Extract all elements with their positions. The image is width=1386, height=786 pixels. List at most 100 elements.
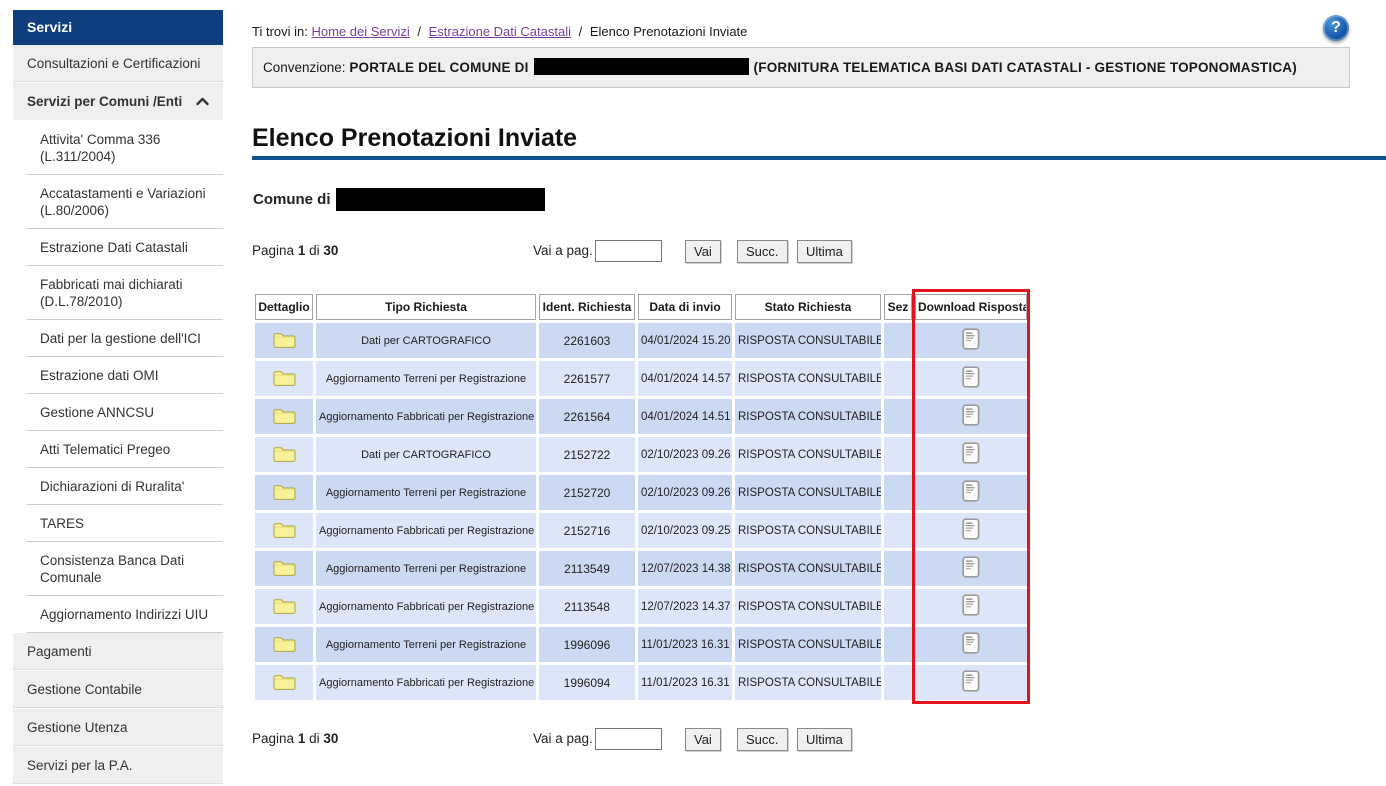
convention-label: Convenzione:: [263, 60, 346, 75]
folder-icon[interactable]: [272, 406, 297, 425]
sidebar-item-gestione-anncsu[interactable]: Gestione ANNCSU: [13, 394, 223, 431]
col-header-stato-richiesta: Stato Richiesta: [735, 294, 881, 320]
detail-cell: [255, 589, 313, 624]
download-risposta-cell: [915, 589, 1027, 624]
tipo-richiesta-cell: Aggiornamento Terreni per Registrazione: [316, 551, 536, 586]
sidebar-item-label: Estrazione dati OMI: [40, 368, 159, 383]
sidebar-item-fabbricati-mai-dichiarati-d-l-78-2010[interactable]: Fabbricati mai dichiarati (D.L.78/2010): [13, 266, 223, 320]
breadcrumb-link-estrazione-dati-catastali[interactable]: Estrazione Dati Catastali: [429, 24, 571, 39]
succ-button[interactable]: Succ.: [737, 728, 788, 751]
document-icon[interactable]: [962, 366, 980, 388]
folder-icon[interactable]: [272, 634, 297, 653]
sidebar-item-estrazione-dati-catastali[interactable]: Estrazione Dati Catastali: [13, 229, 223, 266]
document-icon[interactable]: [962, 404, 980, 426]
sidebar-item-servizi-per-comuni-enti[interactable]: Servizi per Comuni /Enti: [13, 83, 223, 121]
sidebar-item-gestione-utenza[interactable]: Gestione Utenza: [13, 709, 223, 747]
breadcrumb-link-home-dei-servizi[interactable]: Home dei Servizi: [311, 24, 409, 39]
sidebar-item-pagamenti[interactable]: Pagamenti: [13, 633, 223, 671]
sez-cell: [884, 399, 912, 434]
sidebar-item-estrazione-dati-omi[interactable]: Estrazione dati OMI: [13, 357, 223, 394]
sidebar-item-tares[interactable]: TARES: [13, 505, 223, 542]
sidebar-item-dichiarazioni-di-ruralita[interactable]: Dichiarazioni di Ruralita': [13, 468, 223, 505]
sidebar-item-label: Pagamenti: [27, 644, 92, 659]
folder-icon[interactable]: [272, 558, 297, 577]
document-icon[interactable]: [962, 594, 980, 616]
breadcrumb-separator: /: [579, 24, 583, 39]
folder-icon[interactable]: [272, 444, 297, 463]
tipo-richiesta-cell: Aggiornamento Fabbricati per Registrazio…: [316, 589, 536, 624]
sidebar-item-consultazioni-e-certificazioni[interactable]: Consultazioni e Certificazioni: [13, 45, 223, 83]
document-icon[interactable]: [962, 328, 980, 350]
convention-org-suffix: (FORNITURA TELEMATICA BASI DATI CATASTAL…: [754, 60, 1297, 75]
help-icon[interactable]: ?: [1323, 15, 1349, 41]
page-word: Pagina: [252, 243, 294, 258]
page-word: Pagina: [252, 731, 294, 746]
sidebar-item-label: Aggiornamento Indirizzi UIU: [40, 607, 208, 622]
detail-cell: [255, 551, 313, 586]
stato-richiesta-cell: RISPOSTA CONSULTABILE: [735, 437, 881, 472]
folder-icon[interactable]: [272, 330, 297, 349]
ident-richiesta-cell: 2113549: [539, 551, 635, 586]
page-title: Elenco Prenotazioni Inviate: [252, 124, 577, 153]
table-row: Aggiornamento Terreni per Registrazione1…: [255, 627, 1027, 662]
sidebar-item-attivita-comma-336-l-311-2004[interactable]: Attivita' Comma 336 (L.311/2004): [13, 121, 223, 175]
ident-richiesta-cell: 2261564: [539, 399, 635, 434]
ident-richiesta-cell: 2152716: [539, 513, 635, 548]
vai-button[interactable]: Vai: [685, 728, 721, 751]
col-header-ident-richiesta: Ident. Richiesta: [539, 294, 635, 320]
table-row: Aggiornamento Fabbricati per Registrazio…: [255, 399, 1027, 434]
sez-cell: [884, 513, 912, 548]
tipo-richiesta-cell: Aggiornamento Fabbricati per Registrazio…: [316, 513, 536, 548]
detail-cell: [255, 513, 313, 548]
detail-cell: [255, 437, 313, 472]
stato-richiesta-cell: RISPOSTA CONSULTABILE: [735, 475, 881, 510]
sidebar-item-label: Gestione Utenza: [27, 720, 128, 735]
vai-button[interactable]: Vai: [685, 240, 721, 263]
sidebar-header: Servizi: [13, 10, 223, 45]
ultima-button[interactable]: Ultima: [797, 240, 852, 263]
of-word: di: [309, 243, 320, 258]
sidebar-item-dati-per-la-gestione-dell-ici[interactable]: Dati per la gestione dell'ICI: [13, 320, 223, 357]
document-icon[interactable]: [962, 480, 980, 502]
page-info: Pagina 1 di 30: [252, 243, 338, 258]
of-word: di: [309, 731, 320, 746]
ident-richiesta-cell: 2152720: [539, 475, 635, 510]
sidebar-item-label: Gestione Contabile: [27, 682, 142, 697]
folder-icon[interactable]: [272, 368, 297, 387]
redacted-text: [336, 188, 545, 211]
folder-icon[interactable]: [272, 596, 297, 615]
document-icon[interactable]: [962, 556, 980, 578]
sidebar-item-gestione-contabile[interactable]: Gestione Contabile: [13, 671, 223, 709]
data-di-invio-cell: 11/01/2023 16.31: [638, 627, 732, 662]
sidebar-item-accatastamenti-e-variazioni-l-80-2006[interactable]: Accatastamenti e Variazioni (L.80/2006): [13, 175, 223, 229]
sidebar-item-servizi-per-la-p-a[interactable]: Servizi per la P.A.: [13, 747, 223, 785]
sidebar-item-atti-telematici-pregeo[interactable]: Atti Telematici Pregeo: [13, 431, 223, 468]
document-icon[interactable]: [962, 442, 980, 464]
document-icon[interactable]: [962, 670, 980, 692]
goto-page-input[interactable]: [595, 728, 662, 750]
sidebar-item-label: Consistenza Banca Dati Comunale: [40, 553, 184, 585]
current-page: 1: [298, 243, 306, 258]
convention-org-prefix: PORTALE DEL COMUNE DI: [349, 60, 528, 75]
data-di-invio-cell: 12/07/2023 14.38: [638, 551, 732, 586]
folder-icon[interactable]: [272, 672, 297, 691]
folder-icon[interactable]: [272, 482, 297, 501]
col-header-sez: Sez: [884, 294, 912, 320]
folder-icon[interactable]: [272, 520, 297, 539]
col-header-tipo-richiesta: Tipo Richiesta: [316, 294, 536, 320]
current-page: 1: [298, 731, 306, 746]
sidebar-item-label: Servizi per Comuni /Enti: [27, 93, 182, 110]
table-row: Aggiornamento Terreni per Registrazione2…: [255, 361, 1027, 396]
ultima-button[interactable]: Ultima: [797, 728, 852, 751]
goto-page-input[interactable]: [595, 240, 662, 262]
ident-richiesta-cell: 2261577: [539, 361, 635, 396]
sidebar-item-consistenza-banca-dati-comunale[interactable]: Consistenza Banca Dati Comunale: [13, 542, 223, 596]
document-icon[interactable]: [962, 632, 980, 654]
total-pages: 30: [323, 731, 338, 746]
download-risposta-cell: [915, 627, 1027, 662]
ident-richiesta-cell: 1996096: [539, 627, 635, 662]
succ-button[interactable]: Succ.: [737, 240, 788, 263]
sidebar-item-aggiornamento-indirizzi-uiu[interactable]: Aggiornamento Indirizzi UIU: [13, 596, 223, 633]
document-icon[interactable]: [962, 518, 980, 540]
pagination-top: Pagina 1 di 30 Vai a pag. Vai Succ. Ulti…: [252, 239, 872, 265]
